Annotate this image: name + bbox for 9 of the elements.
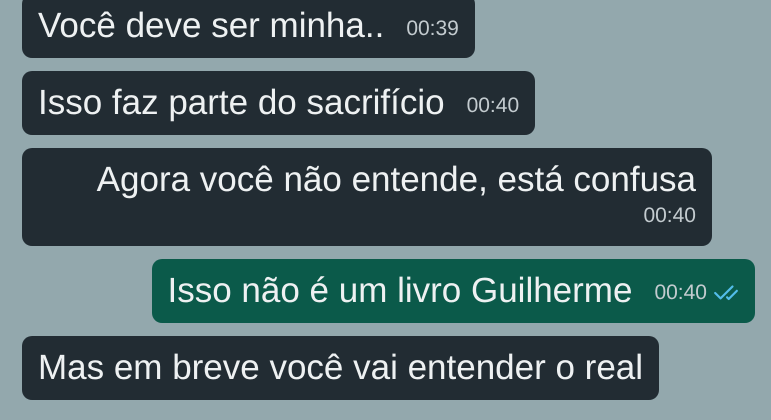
message-text: Você deve ser minha.. [38,6,384,46]
message-text: Agora você não entende, está confusa [96,160,696,200]
message-text: Isso faz parte do sacrifício [38,83,445,123]
message-time: 00:40 [643,203,696,229]
message-time: 00:40 [654,280,707,306]
message-text: Mas em breve você vai entender o real [38,348,644,388]
message-time: 00:40 [466,92,520,118]
message-text: Isso não é um livro Guilherme [168,270,632,310]
message-time: 00:39 [406,16,459,42]
